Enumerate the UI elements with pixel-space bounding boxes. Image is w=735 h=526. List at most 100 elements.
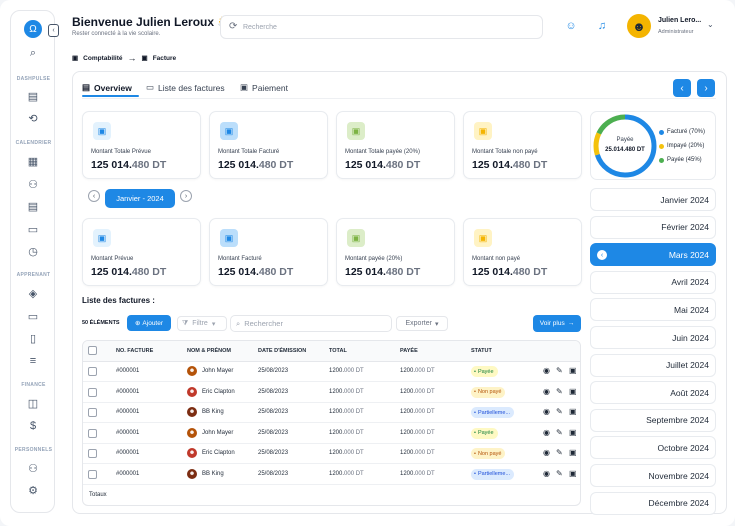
- month-prev-button[interactable]: ‹: [88, 190, 100, 202]
- paid-amount: 1200.000 DT: [400, 368, 435, 374]
- dollar-icon[interactable]: $: [26, 419, 40, 433]
- month-item[interactable]: Février 2024: [590, 215, 716, 239]
- issue-date: 25/08/2023: [258, 409, 289, 415]
- table-search-input[interactable]: ⌕ Rechercher: [230, 315, 392, 332]
- row-checkbox[interactable]: [88, 367, 97, 376]
- add-button[interactable]: ⊕ Ajouter: [127, 315, 171, 331]
- staff-icon[interactable]: ⚇: [26, 461, 40, 475]
- table-row[interactable]: #000001 ☻ BB King 25/08/2023 1200.000 DT 1200…: [83, 465, 580, 485]
- tab-overview[interactable]: ▤ Overview: [82, 82, 132, 93]
- schedule-icon[interactable]: ▤: [26, 199, 40, 213]
- collapse-sidebar-icon[interactable]: ‹: [48, 24, 59, 37]
- view-icon[interactable]: ◉: [543, 469, 550, 478]
- view-icon[interactable]: ◉: [543, 448, 550, 457]
- column-header[interactable]: NO. FACTURE: [116, 348, 153, 354]
- amount-card: ▣ Montant Totale Facturé 125 014.480 DT: [209, 111, 328, 179]
- book-icon[interactable]: ▯: [26, 331, 40, 345]
- row-checkbox[interactable]: [88, 428, 97, 438]
- prev-button[interactable]: ‹: [673, 79, 691, 97]
- breadcrumb-item-comptabilite[interactable]: Comptabilité: [83, 55, 122, 62]
- export-button[interactable]: Exporter ▾: [396, 316, 448, 331]
- chevron-down-icon: ▾: [434, 320, 439, 328]
- avatar[interactable]: ☻: [627, 14, 651, 38]
- month-item[interactable]: Janvier 2024: [590, 188, 716, 211]
- search-bar[interactable]: ⟳ Recherche: [220, 15, 543, 39]
- card-value: 125 014.480 DT: [218, 159, 294, 171]
- chat-icon[interactable]: ☺: [563, 18, 579, 34]
- delete-icon[interactable]: ▣: [569, 428, 577, 437]
- month-item[interactable]: Août 2024: [590, 381, 716, 405]
- delete-icon[interactable]: ▣: [569, 407, 577, 416]
- bag-icon[interactable]: ◫: [26, 396, 40, 410]
- table-row[interactable]: #000001 ☻ Eric Clapton 25/08/2023 1200.000 D…: [83, 444, 580, 464]
- list-icon[interactable]: ≡: [26, 354, 40, 368]
- bell-icon[interactable]: ♫: [594, 18, 610, 34]
- month-item[interactable]: Juin 2024: [590, 326, 716, 349]
- month-item[interactable]: Décembre 2024: [590, 491, 716, 515]
- row-checkbox[interactable]: [88, 387, 97, 397]
- edit-icon[interactable]: ✎: [556, 407, 563, 416]
- issue-date: 25/08/2023: [258, 450, 289, 456]
- delete-icon[interactable]: ▣: [569, 366, 577, 375]
- chevron-down-icon[interactable]: ⌄: [707, 20, 714, 29]
- tab-liste-factures[interactable]: ▭ Liste des factures: [146, 82, 225, 93]
- view-icon[interactable]: ◉: [543, 428, 550, 437]
- filter-button[interactable]: ⧩ Filtre ▾: [177, 316, 227, 331]
- select-all-checkbox[interactable]: [88, 346, 97, 355]
- document-icon[interactable]: ▭: [26, 222, 40, 236]
- breadcrumb-item-facture[interactable]: Facture: [153, 55, 176, 62]
- column-header[interactable]: NOM & PRÉNOM: [187, 348, 231, 354]
- table-row[interactable]: #000001 ☻ Eric Clapton 25/08/2023 1200.000 D…: [83, 383, 580, 403]
- column-header[interactable]: PAYÉE: [400, 348, 418, 354]
- edit-icon[interactable]: ✎: [556, 366, 563, 375]
- sidebar-section-calendrier: CALENDRIER: [15, 140, 52, 146]
- row-checkbox[interactable]: [88, 469, 97, 479]
- edit-icon[interactable]: ✎: [556, 448, 563, 457]
- see-more-button[interactable]: Voir plus →: [533, 315, 581, 332]
- users-icon[interactable]: ⚇: [26, 177, 40, 191]
- dashboard-icon[interactable]: ▤: [26, 89, 40, 103]
- month-item[interactable]: Juillet 2024: [590, 353, 716, 377]
- next-button[interactable]: ›: [697, 79, 715, 97]
- table-row[interactable]: #000001 ☻ John Mayer 25/08/2023 1200.000 DT 1…: [83, 424, 580, 444]
- view-icon[interactable]: ◉: [543, 387, 550, 396]
- view-icon[interactable]: ◉: [543, 407, 550, 416]
- month-item[interactable]: Novembre 2024: [590, 464, 716, 487]
- column-header[interactable]: DATE D'ÉMISSION: [258, 348, 306, 354]
- avatar: ☻: [187, 448, 197, 458]
- status-badge: • Non payé: [471, 386, 506, 398]
- logo-icon[interactable]: Ω: [24, 20, 42, 38]
- tab-paiement[interactable]: ▣ Paiement: [240, 82, 288, 93]
- delete-icon[interactable]: ▣: [569, 387, 577, 396]
- search-icon[interactable]: ⌕: [26, 46, 40, 60]
- calendar-icon[interactable]: ▦: [26, 154, 40, 168]
- month-item[interactable]: Octobre 2024: [590, 436, 716, 460]
- analytics-icon[interactable]: ⟲: [26, 111, 40, 125]
- edit-icon[interactable]: ✎: [556, 387, 563, 396]
- month-next-button[interactable]: ›: [180, 190, 192, 202]
- column-header[interactable]: STATUT: [471, 348, 492, 354]
- month-selector[interactable]: Janvier - 2024: [105, 189, 175, 208]
- invoice-list-title: Liste des factures :: [82, 296, 155, 305]
- view-icon[interactable]: ◉: [543, 366, 550, 375]
- row-checkbox[interactable]: [88, 449, 97, 458]
- month-item[interactable]: Avril 2024: [590, 270, 716, 294]
- table-row[interactable]: #000001 ☻ John Mayer 25/08/2023 1200.000 DT 1…: [83, 362, 580, 382]
- notes-icon[interactable]: ▭: [26, 309, 40, 323]
- edit-icon[interactable]: ✎: [556, 428, 563, 437]
- delete-icon[interactable]: ▣: [569, 448, 577, 457]
- graduation-icon[interactable]: ◈: [26, 286, 40, 300]
- row-checkbox[interactable]: [88, 408, 97, 417]
- month-item[interactable]: ‹ Mars 2024: [590, 243, 716, 267]
- invoice-table: NO. FACTURE NOM & PRÉNOM DATE D'ÉMISSION…: [82, 340, 581, 506]
- card-label: Montant non payé: [472, 256, 521, 262]
- column-header[interactable]: TOTAL: [329, 348, 347, 354]
- clock-icon[interactable]: ◷: [26, 244, 40, 258]
- month-item[interactable]: Septembre 2024: [590, 408, 716, 432]
- delete-icon[interactable]: ▣: [569, 469, 577, 478]
- month-item[interactable]: Mai 2024: [590, 298, 716, 322]
- settings-icon[interactable]: ⚙: [26, 483, 40, 497]
- table-row[interactable]: #000001 ☻ BB King 25/08/2023 1200.000 DT 1200…: [83, 403, 580, 423]
- edit-icon[interactable]: ✎: [556, 469, 563, 478]
- status-badge: • Payée: [471, 366, 498, 377]
